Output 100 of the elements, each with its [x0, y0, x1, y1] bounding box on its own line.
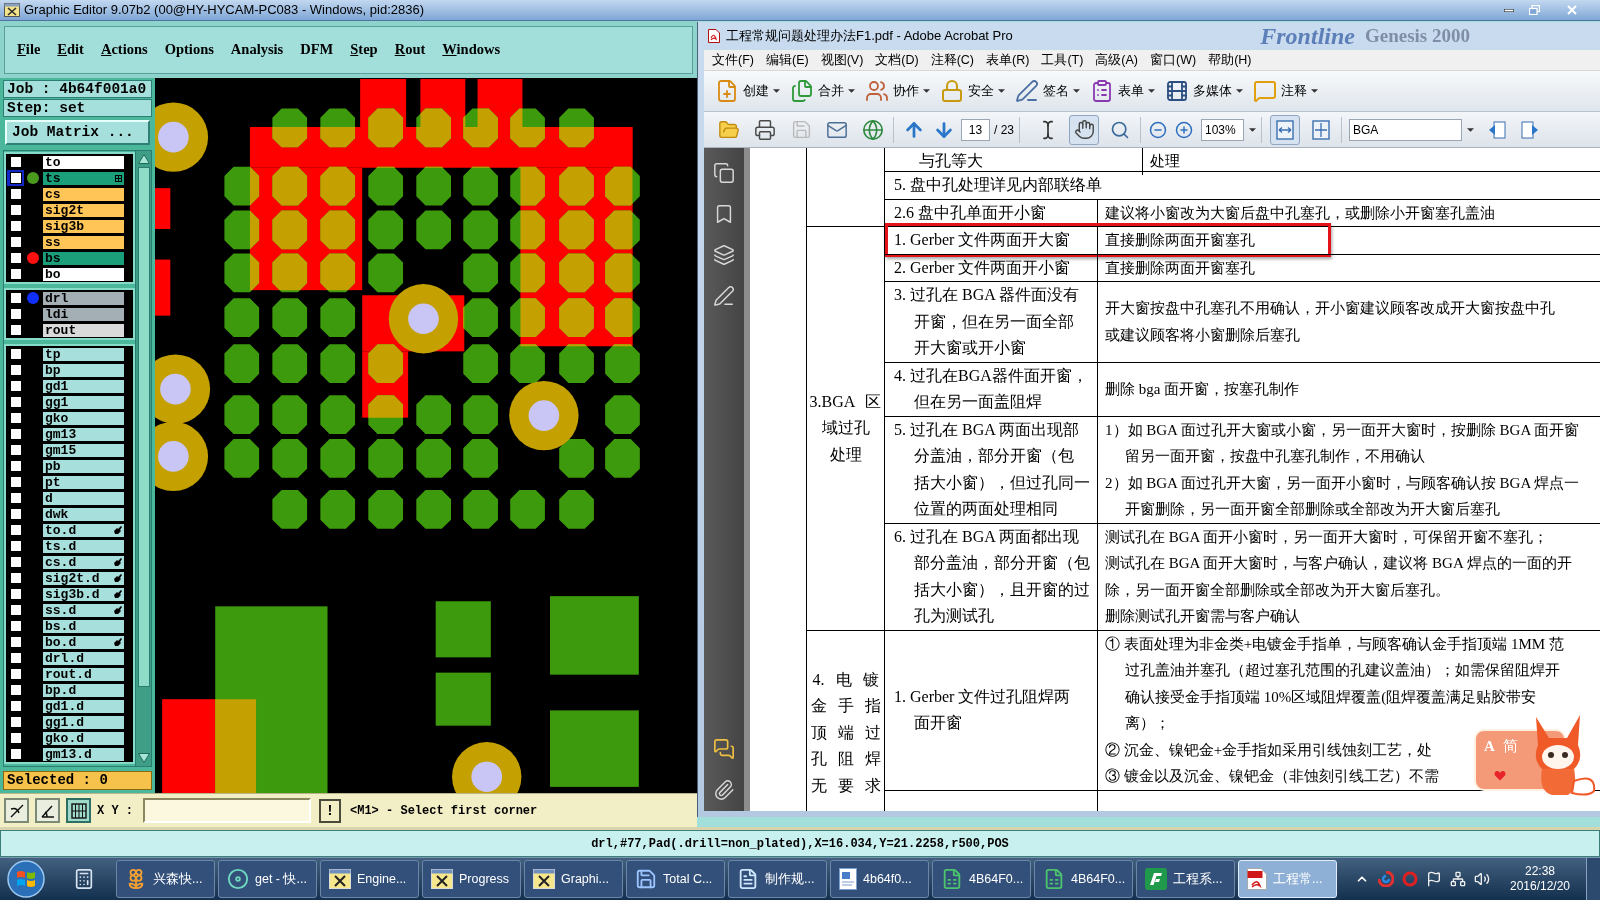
taskbar-button[interactable]: Progress [422, 860, 521, 898]
task-button[interactable]: 协作 [863, 75, 932, 107]
layer-item[interactable]: gg1 [42, 394, 125, 410]
zoom-field[interactable]: 103% [1201, 118, 1244, 141]
paperclip-icon[interactable] [713, 779, 735, 801]
menu-item[interactable]: Edit [57, 39, 84, 61]
taskbar-button[interactable]: 4B64F0... [932, 860, 1031, 898]
task-button[interactable]: 注释 [1251, 75, 1320, 107]
menu-item[interactable]: Actions [100, 39, 148, 61]
layer-checkbox[interactable] [9, 732, 22, 744]
layer-checkbox[interactable] [9, 588, 22, 600]
layer-checkbox[interactable] [9, 172, 22, 184]
taskbar-button[interactable]: 工程系... [1136, 860, 1235, 898]
layer-item[interactable]: sig2t.d [42, 570, 125, 586]
layer-checkbox[interactable] [9, 188, 22, 200]
layer-item[interactable]: gm13.d [42, 746, 125, 762]
menu-item[interactable]: 注释(C) [925, 51, 980, 69]
menu-item[interactable]: Rout [394, 39, 426, 61]
layer-checkbox[interactable] [9, 668, 22, 680]
layer-checkbox[interactable] [9, 524, 22, 536]
layer-item[interactable]: gg1.d [42, 714, 125, 730]
layer-checkbox[interactable] [9, 268, 22, 280]
layer-checkbox[interactable] [9, 252, 22, 264]
menu-item[interactable]: 高级(A) [1090, 51, 1144, 69]
layer-checkbox[interactable] [9, 476, 22, 488]
layer-checkbox[interactable] [9, 636, 22, 648]
layer-checkbox[interactable] [9, 292, 22, 304]
signature-icon[interactable] [713, 285, 735, 307]
alert-button[interactable]: ! [319, 798, 341, 823]
layer-item[interactable]: bs.d [42, 618, 125, 634]
layer-checkbox[interactable] [9, 700, 22, 712]
taskbar-button[interactable]: get - 快... [218, 860, 317, 898]
flag-icon[interactable] [1426, 871, 1442, 887]
show-desktop-button[interactable] [1586, 858, 1600, 900]
angle-tool-button[interactable] [35, 798, 60, 823]
layer-checkbox[interactable] [9, 396, 22, 408]
layer-item[interactable]: bo.d [42, 634, 125, 650]
layer-checkbox[interactable] [9, 604, 22, 616]
layer-item[interactable]: pt [42, 474, 125, 490]
fit-width-button[interactable] [1270, 114, 1300, 145]
layer-checkbox[interactable] [9, 324, 22, 336]
layer-item[interactable]: ldi [42, 306, 125, 322]
menu-item[interactable]: DFM [300, 39, 334, 61]
menu-item[interactable]: 窗口(W) [1145, 51, 1202, 69]
layer-checkbox[interactable] [9, 204, 22, 216]
layer-checkbox[interactable] [9, 380, 22, 392]
layer-item[interactable]: gko [42, 410, 125, 426]
menu-item[interactable]: Windows [442, 39, 501, 61]
layer-item[interactable]: gm13 [42, 426, 125, 442]
layer-checkbox[interactable] [9, 236, 22, 248]
layer-item[interactable]: gko.d [42, 730, 125, 746]
layer-checkbox[interactable] [9, 748, 22, 760]
layer-checkbox[interactable] [9, 444, 22, 456]
task-button[interactable]: 签名 [1013, 75, 1082, 107]
layer-item[interactable]: sig3b.d [42, 586, 125, 602]
layer-item[interactable]: gd1 [42, 378, 125, 394]
layer-checkbox[interactable] [9, 220, 22, 232]
layer-checkbox[interactable] [9, 716, 22, 728]
layer-item[interactable]: to.d [42, 522, 125, 538]
arc-tool-button[interactable] [4, 798, 29, 823]
layer-checkbox[interactable] [9, 540, 22, 552]
layer-item[interactable]: drl [42, 290, 125, 306]
page-number-field[interactable]: 13 [961, 118, 990, 141]
menu-item[interactable]: File [17, 39, 41, 61]
search-field[interactable]: BGA [1349, 118, 1462, 141]
layer-checkbox[interactable] [9, 556, 22, 568]
taskbar-button[interactable]: Engine... [320, 860, 419, 898]
network-icon[interactable] [1450, 871, 1466, 887]
layer-checkbox[interactable] [9, 508, 22, 520]
layer-item[interactable]: rout [42, 322, 125, 338]
menu-item[interactable]: 工具(T) [1036, 51, 1089, 69]
layer-item[interactable]: dwk [42, 506, 125, 522]
layer-checkbox[interactable] [9, 652, 22, 664]
menu-item[interactable]: 文档(D) [870, 51, 924, 69]
speaker-icon[interactable] [1474, 871, 1490, 887]
grid-tool-button[interactable] [66, 798, 91, 823]
taskbar-button[interactable]: 4B64F0... [1034, 860, 1133, 898]
layer-item[interactable]: sig2t [42, 202, 125, 218]
layer-item[interactable]: bs [42, 250, 125, 266]
task-button[interactable]: 安全 [938, 75, 1007, 107]
layer-item[interactable]: tp [42, 346, 125, 362]
swirl-icon[interactable] [1378, 871, 1394, 887]
layer-item[interactable]: cs.d [42, 554, 125, 570]
job-matrix-button[interactable]: Job Matrix ... [5, 120, 150, 145]
layer-checkbox[interactable] [9, 156, 22, 168]
taskbar-button[interactable]: 4b64f0... [830, 860, 929, 898]
up-arrow-icon[interactable] [137, 154, 150, 164]
task-button[interactable]: 合并 [788, 75, 857, 107]
layer-checkbox[interactable] [9, 428, 22, 440]
comments-icon[interactable] [713, 738, 735, 760]
menu-item[interactable]: 视图(V) [815, 51, 869, 69]
layer-item[interactable]: cs [42, 186, 125, 202]
task-button[interactable]: 表单 [1088, 75, 1157, 107]
layer-checkbox[interactable] [9, 348, 22, 360]
layer-item[interactable]: bp [42, 362, 125, 378]
layer-checkbox[interactable] [9, 620, 22, 632]
layers-icon[interactable] [713, 244, 735, 266]
menu-item[interactable]: 编辑(E) [760, 51, 814, 69]
layer-item[interactable]: to [42, 154, 125, 170]
layer-item[interactable]: bp.d [42, 682, 125, 698]
